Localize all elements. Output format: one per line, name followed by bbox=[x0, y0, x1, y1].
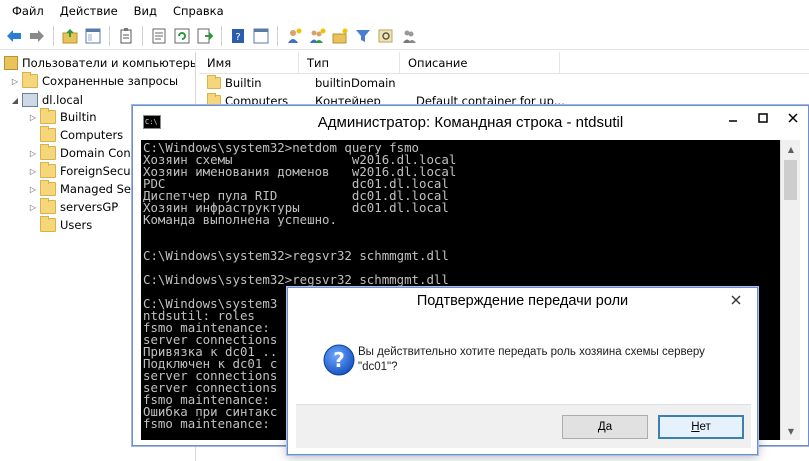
up-folder-icon[interactable] bbox=[60, 26, 80, 46]
new-user-icon[interactable] bbox=[284, 26, 304, 46]
yes-accelerator: Д bbox=[597, 421, 606, 433]
tree-item-computers[interactable]: Computers bbox=[28, 126, 123, 144]
confirm-dialog: Подтверждение передачи роли ? Вы действи… bbox=[287, 287, 758, 455]
dialog-button-bar: Да Нет bbox=[296, 404, 751, 448]
new-ou-icon[interactable] bbox=[330, 26, 350, 46]
close-icon bbox=[788, 113, 798, 123]
tree-item-root[interactable]: Пользователи и компьютеры Active Directo… bbox=[2, 54, 196, 72]
tree-item-saved-queries[interactable]: ▷ Сохраненные запросы bbox=[10, 72, 178, 90]
toolbar-separator bbox=[109, 25, 110, 46]
dialog-close-button[interactable] bbox=[721, 290, 751, 310]
maximize-button[interactable] bbox=[748, 106, 778, 130]
toolbar-separator bbox=[53, 25, 54, 46]
tree-item-domain[interactable]: ◢ dl.local bbox=[10, 91, 83, 109]
yes-button[interactable]: Да bbox=[562, 415, 648, 439]
question-icon: ? bbox=[323, 344, 355, 376]
column-description[interactable]: Описание bbox=[400, 52, 560, 74]
tree-item-builtin[interactable]: ▷ Builtin bbox=[28, 108, 97, 126]
dialog-message-area: ? Вы действительно хотите передать роль … bbox=[296, 318, 751, 404]
dialog-message: Вы действительно хотите передать роль хо… bbox=[358, 346, 705, 373]
yes-label: а bbox=[605, 421, 613, 433]
scroll-down-icon[interactable]: ▼ bbox=[781, 422, 801, 440]
add-to-group-icon[interactable] bbox=[399, 26, 419, 46]
minimize-icon bbox=[729, 120, 737, 122]
menu-action[interactable]: Действие bbox=[52, 4, 126, 18]
export-icon[interactable] bbox=[195, 26, 215, 46]
dialog-content: ? Вы действительно хотите передать роль … bbox=[296, 318, 751, 448]
forward-arrow-icon[interactable] bbox=[27, 26, 47, 46]
ou-folder-icon bbox=[40, 144, 56, 160]
close-icon bbox=[731, 295, 741, 305]
tree-item-users[interactable]: Users bbox=[28, 216, 92, 234]
vertical-scrollbar[interactable]: ▲ ▼ bbox=[780, 140, 800, 440]
ou-folder-icon bbox=[40, 198, 56, 214]
help-icon[interactable]: ? bbox=[228, 26, 248, 46]
list-item-type: builtinDomain bbox=[315, 76, 396, 90]
no-label: ет bbox=[699, 421, 711, 433]
toolbar-separator bbox=[142, 25, 143, 46]
tree-item-serversgp[interactable]: ▷ serversGP bbox=[28, 198, 118, 216]
filter-icon[interactable] bbox=[353, 26, 373, 46]
no-button[interactable]: Нет bbox=[658, 415, 744, 439]
folder-icon bbox=[40, 216, 56, 232]
toolbar-separator bbox=[277, 25, 278, 46]
folder-icon bbox=[40, 108, 56, 124]
menu-view[interactable]: Вид bbox=[126, 4, 165, 18]
column-name[interactable]: Имя bbox=[199, 52, 299, 74]
show-tree-icon[interactable] bbox=[83, 26, 103, 46]
dialog-title-bar[interactable]: Подтверждение передачи роли bbox=[288, 288, 757, 316]
expand-arrow-icon[interactable]: ▷ bbox=[28, 185, 38, 194]
expand-arrow-icon[interactable]: ▷ bbox=[28, 203, 38, 212]
window-controls bbox=[718, 106, 808, 132]
expand-arrow-icon[interactable]: ▷ bbox=[28, 149, 38, 158]
maximize-icon bbox=[758, 113, 768, 123]
close-button[interactable] bbox=[778, 106, 808, 130]
tree-item-label: Computers bbox=[60, 128, 124, 142]
folder-icon bbox=[40, 162, 56, 178]
folder-icon bbox=[207, 75, 221, 89]
svg-text:?: ? bbox=[333, 348, 345, 372]
no-accelerator: Н bbox=[691, 421, 700, 433]
new-group-icon[interactable] bbox=[307, 26, 327, 46]
folder-icon bbox=[40, 126, 56, 142]
toolbar: ? bbox=[0, 22, 809, 50]
toolbar-separator bbox=[221, 25, 222, 46]
menu-help[interactable]: Справка bbox=[165, 4, 232, 18]
cmd-title: Администратор: Командная строка - ntdsut… bbox=[317, 113, 624, 131]
back-arrow-icon[interactable] bbox=[4, 26, 24, 46]
list-header: Имя Тип Описание bbox=[199, 52, 809, 74]
find-icon[interactable] bbox=[376, 26, 396, 46]
aduc-icon bbox=[4, 56, 18, 70]
tree-item-label: Сохраненные запросы bbox=[42, 74, 179, 88]
folder-icon bbox=[40, 180, 56, 196]
list-item-name: Builtin bbox=[225, 76, 262, 90]
tree-item-label: Пользователи и компьютеры Active Directo… bbox=[22, 56, 196, 70]
scroll-up-icon[interactable]: ▲ bbox=[781, 140, 801, 158]
column-type[interactable]: Тип bbox=[299, 52, 400, 74]
tree-item-label: serversGP bbox=[60, 200, 119, 214]
menu-bar: Файл Действие Вид Справка bbox=[0, 0, 809, 22]
folder-icon bbox=[22, 72, 38, 88]
menu-file[interactable]: Файл bbox=[4, 4, 52, 18]
svg-text:?: ? bbox=[235, 32, 240, 43]
expand-arrow-icon[interactable]: ▷ bbox=[28, 113, 38, 122]
expand-arrow-icon[interactable]: ▷ bbox=[28, 167, 38, 176]
minimize-button[interactable] bbox=[718, 106, 748, 130]
domain-icon bbox=[22, 93, 38, 107]
tree-item-label: Builtin bbox=[60, 110, 97, 124]
list-item[interactable]: Builtin builtinDomain bbox=[199, 74, 568, 92]
scroll-thumb[interactable] bbox=[784, 160, 797, 200]
tree-item-label: Users bbox=[60, 218, 93, 232]
cmd-title-bar[interactable]: C:\ Администратор: Командная строка - nt… bbox=[133, 106, 808, 138]
console-icon[interactable] bbox=[251, 26, 271, 46]
refresh-icon[interactable] bbox=[172, 26, 192, 46]
clipboard-icon[interactable] bbox=[116, 26, 136, 46]
properties-icon[interactable] bbox=[149, 26, 169, 46]
dialog-title: Подтверждение передачи роли bbox=[416, 293, 629, 309]
desktop: Файл Действие Вид Справка ? Пользователи… bbox=[0, 0, 809, 461]
collapse-arrow-icon[interactable]: ◢ bbox=[10, 96, 20, 105]
tree-item-label: dl.local bbox=[42, 93, 83, 107]
expand-arrow-icon[interactable]: ▷ bbox=[10, 77, 20, 86]
